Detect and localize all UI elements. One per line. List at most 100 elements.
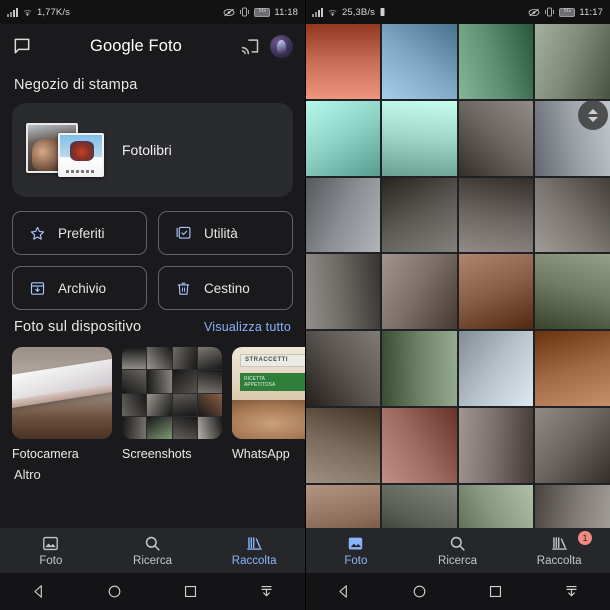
photo-tile[interactable] [305,24,380,99]
photo-tile[interactable] [381,331,457,406]
clock-text: 11:17 [579,6,603,18]
photo-tile[interactable] [381,407,457,483]
album-screenshots[interactable]: Screenshots [122,347,222,461]
photos-icon [41,534,60,553]
photo-tile[interactable] [305,254,380,329]
photobook-thumb-front [58,133,104,177]
photo-tile[interactable] [381,100,457,176]
home-icon[interactable] [106,583,123,600]
left-status-bar: 1,77K/s 5G 11:18 [0,0,305,24]
nav-item-raccolta[interactable]: Raccolta [203,534,305,567]
photo-tile[interactable] [305,407,380,483]
home-icon[interactable] [411,583,428,600]
back-icon[interactable] [335,583,352,600]
trash-icon [175,280,192,297]
hide-navbar-icon[interactable] [258,583,275,600]
mosaic-tile [147,347,172,370]
mosaic-tile [172,393,197,416]
hide-navbar-icon[interactable] [563,583,580,600]
status-badge: 1 [578,531,593,545]
search-icon [448,534,467,553]
shortcut-archivio[interactable]: Archivio [12,266,147,310]
photo-tile[interactable] [305,177,380,253]
photo-tile[interactable] [305,331,380,406]
nav-item-ricerca[interactable]: Ricerca [102,534,204,567]
photo-tile[interactable] [458,254,534,329]
chat-bubble-icon[interactable] [12,36,32,56]
photobook-thumbnail-stack [26,121,108,179]
mosaic-tile [122,347,147,370]
clock-text: 11:18 [274,6,298,18]
eye-off-icon [223,8,235,17]
album-name: WhatsApp [232,447,290,461]
nav-item-raccolta[interactable]: 1 Raccolta [508,531,610,567]
mosaic-tile [172,347,197,370]
shortcut-label: Archivio [58,280,107,296]
more-label[interactable]: Altro [12,461,293,482]
mosaic-tile [172,370,197,393]
device-photos-heading-row: Foto sul dispositivo Visualizza tutto [12,310,293,345]
right-bottom-nav: Foto Ricerca 1 Raccolta [305,528,610,573]
left-panel-google-photos-library: 1,77K/s 5G 11:18 Google Foto Negozio di … [0,0,305,610]
left-system-nav [0,573,305,610]
nav-item-foto[interactable]: Foto [305,534,407,567]
shortcut-button-grid: Preferiti Utilità Archivio Cestino [12,211,293,310]
photo-tile[interactable] [458,24,534,99]
device-album-row: Fotocamera Screenshots STRACCETTI RICETT… [12,347,305,461]
album-fotocamera[interactable]: Fotocamera [12,347,112,461]
shortcut-preferiti[interactable]: Preferiti [12,211,147,255]
vibrate-icon [239,7,250,17]
print-store-heading: Negozio di stampa [14,77,138,93]
photo-tile[interactable] [535,331,610,406]
photo-tile[interactable] [535,24,610,99]
see-all-link[interactable]: Visualizza tutto [204,320,291,334]
photo-tile[interactable] [458,407,534,483]
photo-tile[interactable] [535,407,610,483]
eye-off-icon [528,8,540,17]
photobook-card[interactable]: Fotolibri [12,103,293,197]
photos-icon [346,534,365,553]
photo-tile[interactable] [535,177,610,253]
mosaic-tile [147,393,172,416]
photo-tile[interactable] [458,177,534,253]
album-thumbnail [12,347,112,439]
mosaic-tile [197,347,222,370]
cast-icon[interactable] [240,36,260,56]
left-scroll-content: Negozio di stampa Fotolibri Preferiti Ut… [0,68,305,482]
nav-label: Raccolta [231,555,277,567]
mosaic-tile [197,393,222,416]
photo-tile[interactable] [381,254,457,329]
library-icon [245,534,264,553]
network-speed-text: 1,77K/s [37,6,70,18]
photo-grid[interactable] [305,24,610,610]
right-panel-google-photos-grid: 25,3B/s 5G 11:17 Foto Ricerca 1 Raccolta [305,0,610,610]
archive-icon [29,280,46,297]
scroll-thumb[interactable] [578,100,608,130]
photo-tile[interactable] [535,254,610,329]
shortcut-label: Preferiti [58,225,105,241]
photo-tile[interactable] [305,100,380,176]
page-title: Google Foto [90,36,182,55]
mosaic-tile [147,416,172,439]
sim-icon [379,7,386,17]
library-icon [550,534,569,553]
photo-tile[interactable] [381,24,457,99]
star-icon [29,225,46,242]
album-whatsapp[interactable]: STRACCETTI RICETTA APPETITOSA WhatsApp [232,347,305,461]
back-icon[interactable] [30,583,47,600]
avatar[interactable] [270,34,293,58]
photo-tile[interactable] [458,331,534,406]
nav-item-foto[interactable]: Foto [0,534,102,567]
photo-tile[interactable] [458,100,534,176]
signal-bars-icon [7,7,18,17]
shortcut-cestino[interactable]: Cestino [158,266,293,310]
nav-item-ricerca[interactable]: Ricerca [407,534,509,567]
photo-tile[interactable] [381,177,457,253]
recents-icon[interactable] [487,583,504,600]
album-thumbnail: STRACCETTI RICETTA APPETITOSA [232,347,305,439]
shortcut-utilita[interactable]: Utilità [158,211,293,255]
nav-label: Foto [39,555,63,567]
recents-icon[interactable] [182,583,199,600]
mosaic-tile [197,416,222,439]
nav-label: Ricerca [438,555,477,567]
